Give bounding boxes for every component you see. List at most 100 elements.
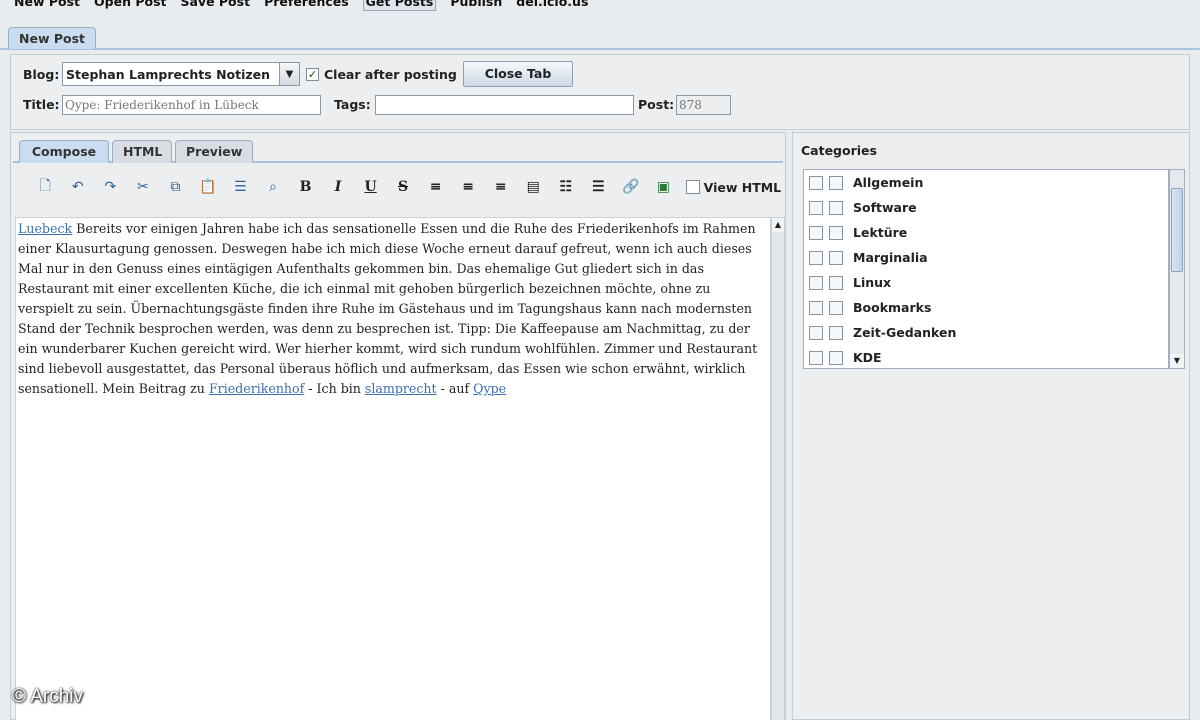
undo-icon[interactable]: ↶ [62, 175, 95, 199]
list-item[interactable]: Marginalia [804, 245, 928, 270]
post-number-field: 878 [676, 95, 731, 115]
category-checkbox-secondary[interactable] [829, 275, 843, 290]
blog-label: Blog: [23, 67, 60, 82]
new-document-icon[interactable]: 🗋 [29, 175, 62, 199]
category-checkbox-secondary[interactable] [829, 225, 843, 240]
list-item[interactable]: Bookmarks [804, 295, 931, 320]
link-slamprecht[interactable]: slamprecht [365, 381, 437, 396]
view-html-checkbox[interactable] [685, 180, 700, 194]
cut-icon[interactable]: ✂ [127, 175, 160, 199]
category-checkbox-secondary[interactable] [829, 350, 843, 365]
category-checkbox-secondary[interactable] [829, 200, 843, 215]
category-checkbox[interactable] [809, 250, 823, 265]
category-checkbox[interactable] [809, 175, 823, 190]
find-replace-icon[interactable]: ☰ [224, 175, 257, 199]
editor-pane: Compose HTML Preview 🗋 ↶ ↷ ✂ ⧉ 📋 ☰ ⌕ B I… [10, 132, 786, 720]
link-friederikenhof[interactable]: Friederikenhof [209, 381, 304, 396]
copyright-watermark: © Archiv [12, 686, 84, 707]
bullet-list-icon[interactable]: ☰ [582, 175, 615, 199]
blog-select[interactable]: Stephan Lamprechts Notizen ▼ [62, 62, 300, 86]
title-input[interactable]: Qype: Friederikenhof in Lübeck [62, 95, 321, 115]
compose-editor[interactable]: Luebeck Bereits vor einigen Jahren habe … [15, 217, 771, 720]
list-item[interactable]: Zeit-Gedanken [804, 320, 956, 345]
menu-delicious[interactable]: del.icio.us [516, 0, 588, 8]
category-checkbox[interactable] [809, 275, 823, 290]
menu-preferences[interactable]: Preferences [264, 0, 349, 8]
category-checkbox-secondary[interactable] [829, 250, 843, 265]
link-luebeck[interactable]: Luebeck [18, 221, 72, 236]
category-label: Linux [853, 275, 892, 290]
category-checkbox[interactable] [809, 200, 823, 215]
tags-input[interactable] [375, 95, 634, 115]
category-checkbox[interactable] [809, 325, 823, 340]
chevron-down-icon[interactable]: ▼ [279, 63, 299, 85]
editor-scrollbar[interactable]: ▲ [771, 217, 785, 720]
list-item[interactable]: KDE [804, 345, 882, 370]
align-left-icon[interactable]: ≡ [419, 175, 452, 199]
tab-compose[interactable]: Compose [19, 140, 109, 163]
paste-icon[interactable]: 📋 [192, 175, 225, 199]
search-icon[interactable]: ⌕ [257, 175, 290, 199]
blog-select-value: Stephan Lamprechts Notizen [66, 66, 271, 82]
category-checkbox[interactable] [809, 350, 823, 365]
list-item[interactable]: Linux [804, 270, 891, 295]
categories-scrollbar[interactable]: ▼ [1169, 169, 1185, 369]
tags-label: Tags: [334, 97, 371, 112]
tab-new-post[interactable]: New Post [8, 27, 97, 49]
close-tab-button[interactable]: Close Tab [463, 61, 573, 87]
scroll-up-icon[interactable]: ▲ [772, 218, 784, 232]
category-label: Lektüre [853, 225, 908, 240]
body-text-2: - Ich bin [304, 381, 365, 396]
category-checkbox[interactable] [809, 225, 823, 240]
menu-bar: New Post Open Post Save Post Preferences… [0, 0, 600, 22]
category-label: Zeit-Gedanken [853, 325, 957, 340]
menu-publish[interactable]: Publish [450, 0, 502, 8]
bold-icon[interactable]: B [289, 175, 322, 199]
menu-save-post[interactable]: Save Post [180, 0, 250, 8]
scroll-down-icon[interactable]: ▼ [1170, 354, 1184, 368]
tab-html[interactable]: HTML [112, 140, 172, 163]
link-qype[interactable]: Qype [473, 381, 506, 396]
category-label: KDE [853, 350, 882, 365]
link-icon[interactable]: 🔗 [615, 175, 648, 199]
body-text-3: - auf [436, 381, 474, 396]
post-tab-bar: New Post [0, 26, 1200, 50]
category-checkbox[interactable] [809, 300, 823, 315]
category-checkbox-secondary[interactable] [829, 175, 843, 190]
menu-new-post[interactable]: New Post [14, 0, 80, 8]
title-label: Title: [23, 97, 60, 112]
menu-get-posts[interactable]: Get Posts [362, 0, 437, 11]
menu-open-post[interactable]: Open Post [94, 0, 166, 8]
category-label: Marginalia [853, 250, 928, 265]
justify-icon[interactable]: ▤ [517, 175, 550, 199]
list-item[interactable]: Allgemein [804, 170, 923, 195]
list-item[interactable]: Lektüre [804, 220, 907, 245]
categories-pane: Categories Allgemein Software Lektüre Ma… [792, 132, 1190, 720]
post-form: Blog: Stephan Lamprechts Notizen ▼ ✓ Cle… [10, 54, 1190, 130]
numbered-list-icon[interactable]: ☷ [550, 175, 583, 199]
category-checkbox-secondary[interactable] [829, 325, 843, 340]
view-html-toggle[interactable]: View HTML [685, 179, 782, 195]
categories-title: Categories [801, 143, 877, 158]
align-center-icon[interactable]: ≡ [452, 175, 485, 199]
categories-list: Allgemein Software Lektüre Marginalia Li… [803, 169, 1169, 369]
align-right-icon[interactable]: ≡ [484, 175, 517, 199]
image-icon[interactable]: ▣ [647, 175, 680, 199]
scrollbar-thumb[interactable] [1171, 188, 1183, 272]
post-label: Post: [638, 97, 675, 112]
list-item[interactable]: Software [804, 195, 917, 220]
post-body[interactable]: Luebeck Bereits vor einigen Jahren habe … [16, 218, 770, 400]
tab-preview[interactable]: Preview [175, 140, 253, 163]
clear-after-posting-label: Clear after posting [324, 67, 457, 82]
editor-tab-bar: Compose HTML Preview [13, 137, 783, 163]
underline-icon[interactable]: U [354, 175, 387, 199]
category-label: Allgemein [853, 175, 924, 190]
italic-icon[interactable]: I [322, 175, 355, 199]
redo-icon[interactable]: ↷ [94, 175, 127, 199]
format-toolbar: 🗋 ↶ ↷ ✂ ⧉ 📋 ☰ ⌕ B I U S ≡ ≡ ≡ ▤ ☷ ☰ 🔗 ▣ … [15, 169, 782, 205]
strikethrough-icon[interactable]: S [387, 175, 420, 199]
view-html-label: View HTML [703, 179, 782, 195]
category-checkbox-secondary[interactable] [829, 300, 843, 315]
clear-after-posting-checkbox[interactable]: ✓ [306, 68, 319, 81]
copy-icon[interactable]: ⧉ [159, 175, 192, 199]
